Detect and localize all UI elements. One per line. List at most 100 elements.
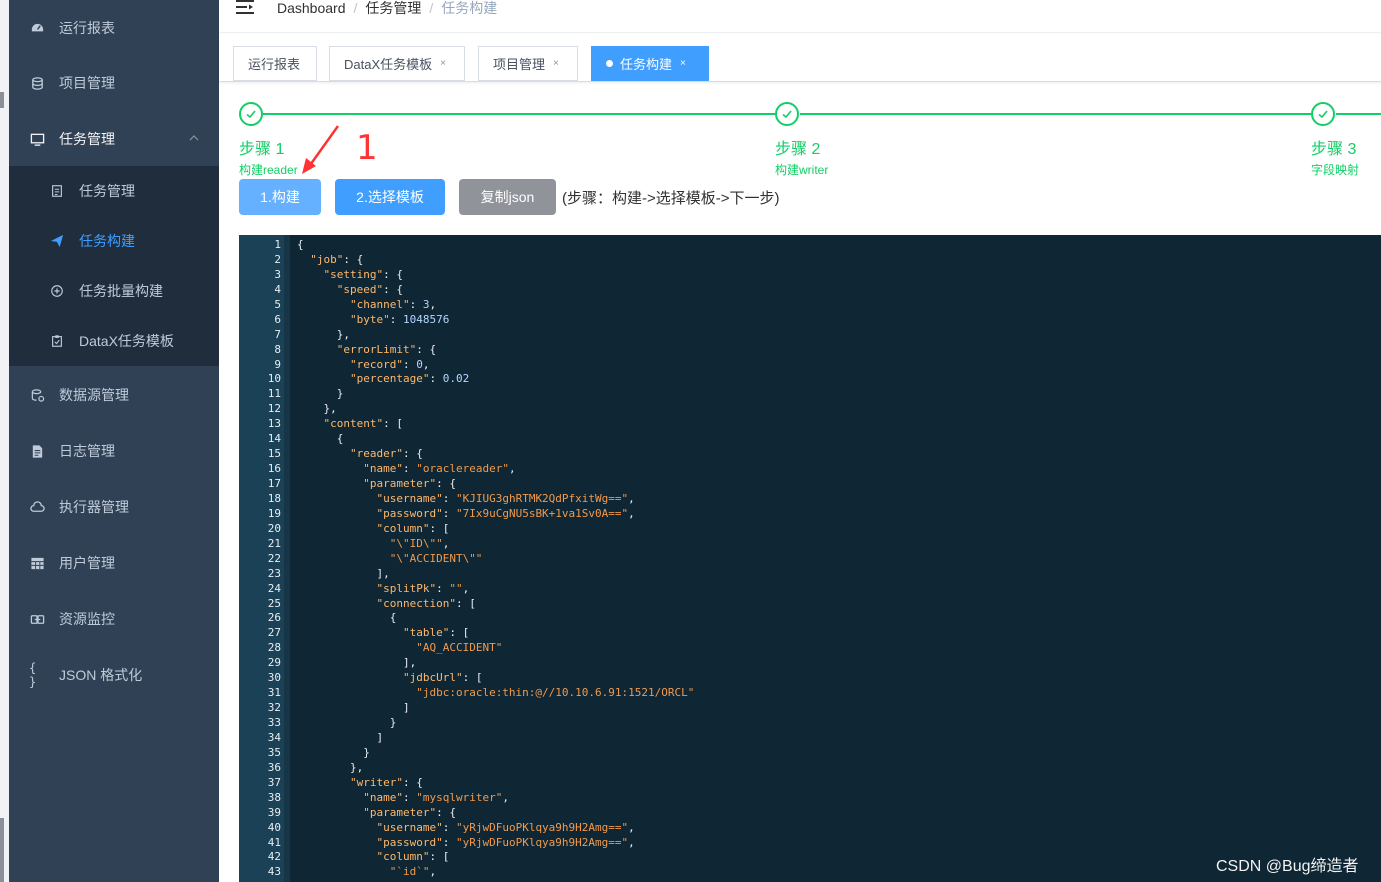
submenu-item-task-build[interactable]: 任务构建 bbox=[9, 216, 219, 266]
code-text: "reader": { bbox=[349, 447, 423, 461]
step-3-check-icon bbox=[1311, 102, 1335, 126]
submenu-item-task-list[interactable]: 任务管理 bbox=[9, 166, 219, 216]
line-number: 8 bbox=[274, 342, 281, 356]
code-text: }, bbox=[336, 327, 350, 341]
code-line: 11 } bbox=[239, 387, 1381, 402]
code-line: 38 "name": "mysqlwriter", bbox=[239, 791, 1381, 806]
code-text: }, bbox=[349, 760, 364, 774]
hamburger-icon[interactable] bbox=[235, 0, 255, 16]
sidebar-item-project[interactable]: 项目管理 bbox=[9, 55, 219, 111]
code-line: 23 ], bbox=[239, 567, 1381, 582]
code-text: "`id`", bbox=[389, 865, 437, 879]
annotation-number: 1 bbox=[356, 128, 378, 168]
code-text: ], bbox=[376, 566, 390, 580]
sidebar-item-users[interactable]: 用户管理 bbox=[9, 535, 219, 591]
edge-mark bbox=[0, 818, 4, 882]
code-text: "AQ_ACCIDENT" bbox=[416, 641, 503, 655]
code-text: } bbox=[336, 387, 344, 401]
json-editor[interactable]: 1{2 "job": {3 "setting": {4 "speed": {5 … bbox=[239, 235, 1381, 882]
code-line: 9 "record": 0, bbox=[239, 358, 1381, 373]
line-number: 32 bbox=[267, 701, 281, 715]
code-line: 10 "percentage": 0.02 bbox=[239, 372, 1381, 387]
sidebar-item-label: 数据源管理 bbox=[59, 387, 129, 403]
code-line: 20 "column": [ bbox=[239, 522, 1381, 537]
sidebar-item-datasource[interactable]: 数据源管理 bbox=[9, 367, 219, 423]
code-text: "\"ID\"", bbox=[389, 536, 450, 550]
annotation-arrow-icon bbox=[302, 125, 340, 174]
tab-datax-template[interactable]: DataX任务模板 × bbox=[329, 46, 465, 81]
sidebar-item-json-format[interactable]: { } JSON 格式化 bbox=[9, 647, 219, 703]
code-line: 40 "username": "yRjwDFuoPKlqya9h9H2Amg==… bbox=[239, 821, 1381, 836]
code-text: "connection": [ bbox=[376, 596, 476, 610]
line-number: 23 bbox=[267, 566, 281, 580]
monitor-link-icon bbox=[29, 611, 45, 627]
line-number: 2 bbox=[274, 252, 281, 266]
code-text: "name": "mysqlwriter", bbox=[363, 790, 509, 804]
code-line: 21 "\"ID\"", bbox=[239, 537, 1381, 552]
code-line: 42 "column": [ bbox=[239, 850, 1381, 865]
close-icon[interactable]: × bbox=[553, 58, 559, 69]
code-text: "setting": { bbox=[323, 267, 403, 281]
sidebar-item-executor[interactable]: 执行器管理 bbox=[9, 479, 219, 535]
step-3-title: 步骤 3 bbox=[1311, 141, 1357, 158]
line-number: 40 bbox=[267, 820, 281, 834]
navbar: Dashboard / 任务管理 / 任务构建 bbox=[219, 0, 1381, 33]
line-number: 16 bbox=[267, 462, 281, 476]
code-line: 2 "job": { bbox=[239, 253, 1381, 268]
close-icon[interactable]: × bbox=[680, 58, 686, 69]
line-number: 10 bbox=[267, 372, 281, 386]
line-number: 30 bbox=[267, 671, 281, 685]
build-button[interactable]: 1.构建 bbox=[239, 179, 321, 215]
breadcrumb-item-dashboard[interactable]: Dashboard bbox=[277, 0, 346, 16]
code-text: { bbox=[336, 432, 344, 446]
tab-project[interactable]: 项目管理 × bbox=[478, 46, 578, 81]
tab-task-build[interactable]: 任务构建 × bbox=[591, 46, 709, 81]
code-line: 36 }, bbox=[239, 761, 1381, 776]
line-number: 33 bbox=[267, 716, 281, 729]
monitor-icon bbox=[29, 131, 45, 147]
code-text: "channel": 3, bbox=[349, 297, 437, 311]
submenu-item-batch-build[interactable]: 任务批量构建 bbox=[9, 266, 219, 316]
copy-json-button[interactable]: 复制json bbox=[459, 179, 556, 215]
tab-label: 项目管理 bbox=[493, 57, 546, 72]
line-number: 35 bbox=[267, 745, 281, 759]
braces-icon: { } bbox=[29, 661, 37, 689]
breadcrumb-item-task-management[interactable]: 任务管理 bbox=[365, 0, 421, 18]
code-line: 30 "jdbcUrl": [ bbox=[239, 671, 1381, 686]
select-template-button[interactable]: 2.选择模板 bbox=[335, 179, 445, 215]
submenu-item-datax-template[interactable]: DataX任务模板 bbox=[9, 316, 219, 366]
code-line: 29 ], bbox=[239, 656, 1381, 671]
batch-icon bbox=[49, 283, 65, 299]
line-number: 12 bbox=[267, 402, 281, 416]
line-number: 42 bbox=[267, 850, 281, 864]
line-number: 24 bbox=[267, 581, 281, 595]
sidebar-item-log[interactable]: 日志管理 bbox=[9, 423, 219, 479]
code-line: 33 } bbox=[239, 716, 1381, 731]
tab-report[interactable]: 运行报表 bbox=[233, 46, 317, 81]
line-number: 19 bbox=[267, 506, 281, 520]
step-1-desc: 构建reader bbox=[239, 163, 298, 177]
code-line: 31 "jdbc:oracle:thin:@//10.10.6.91:1521/… bbox=[239, 686, 1381, 701]
line-number: 22 bbox=[267, 551, 281, 565]
sidebar-item-monitor[interactable]: 资源监控 bbox=[9, 591, 219, 647]
code-line: 25 "connection": [ bbox=[239, 597, 1381, 612]
breadcrumb-separator: / bbox=[353, 0, 358, 16]
code-text: "jdbcUrl": [ bbox=[402, 671, 483, 685]
code-text: "content": [ bbox=[323, 417, 403, 431]
sidebar-item-task-management[interactable]: 任务管理 bbox=[9, 111, 219, 167]
tab-label: 运行报表 bbox=[248, 57, 301, 72]
code-line: 1{ bbox=[239, 238, 1381, 253]
code-line: 27 "table": [ bbox=[239, 626, 1381, 641]
line-number: 39 bbox=[267, 805, 281, 819]
code-text: "speed": { bbox=[336, 282, 403, 296]
code-line: 39 "parameter": { bbox=[239, 806, 1381, 821]
sidebar-item-label: 资源监控 bbox=[59, 611, 115, 627]
close-icon[interactable]: × bbox=[440, 58, 446, 69]
code-text: "record": 0, bbox=[349, 357, 430, 371]
code-text: "parameter": { bbox=[363, 805, 456, 819]
code-text: "job": { bbox=[310, 252, 364, 266]
line-number: 21 bbox=[267, 536, 281, 550]
step-2-check-icon bbox=[775, 102, 799, 126]
cloud-icon bbox=[29, 499, 45, 515]
sidebar-item-report[interactable]: 运行报表 bbox=[9, 0, 219, 56]
